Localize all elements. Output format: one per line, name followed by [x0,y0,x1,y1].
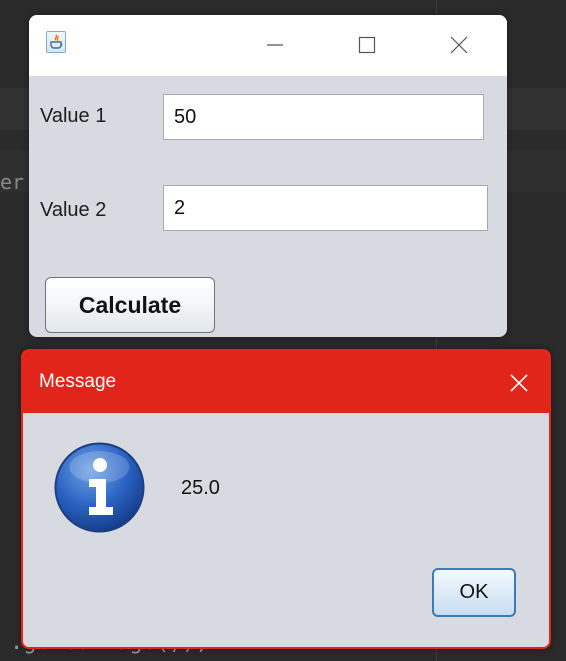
java-icon [46,31,66,53]
maximize-icon [358,36,376,54]
maximize-button[interactable] [347,29,387,61]
close-icon [450,36,468,54]
calculate-button[interactable]: Calculate [45,277,215,333]
value-1-label: Value 1 [40,105,107,127]
dialog-titlebar[interactable]: Message [23,351,549,413]
close-icon [510,374,528,392]
value-2-input[interactable]: 2 [163,185,488,231]
minimize-button[interactable] [255,29,295,61]
window-titlebar[interactable] [29,15,507,76]
info-icon [53,441,146,534]
close-button[interactable] [439,29,479,61]
message-dialog: Message 25.0 OK [21,349,551,649]
value-1-input[interactable]: 50 [163,94,484,140]
ok-button[interactable]: OK [432,568,516,617]
minimize-icon [267,44,283,46]
dialog-message: 25.0 [181,477,220,499]
ide-code-fragment: er [0,170,25,194]
calculator-window: Value 1 50 Value 2 2 Calculate [29,15,507,337]
dialog-title: Message [39,371,117,392]
value-2-label: Value 2 [40,199,107,221]
dialog-close-button[interactable] [503,367,535,399]
